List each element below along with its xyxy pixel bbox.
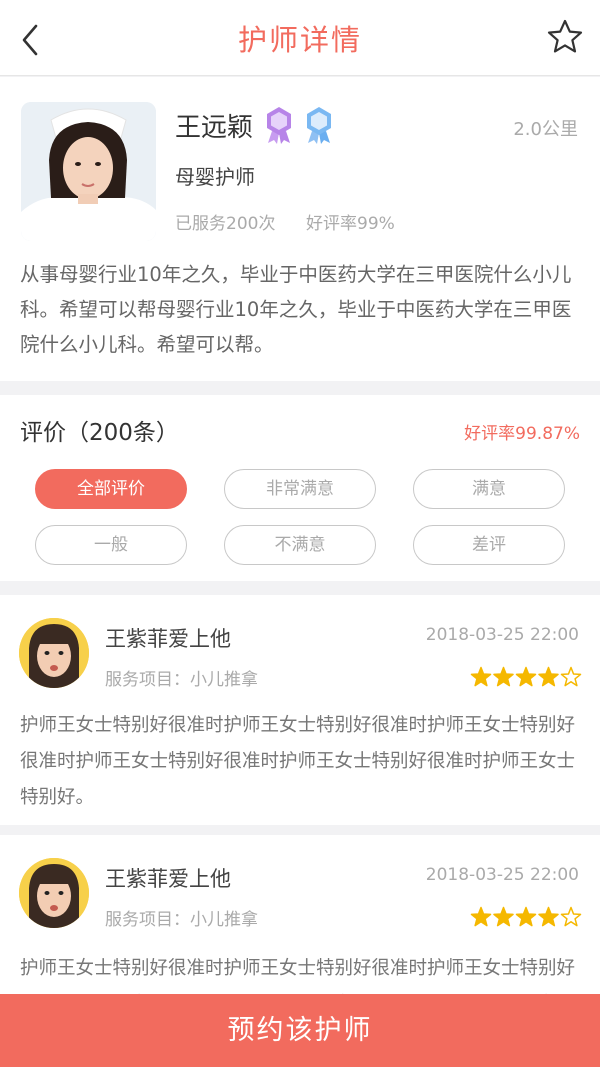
filter-average[interactable]: 一般 <box>35 525 187 565</box>
star-filled-icon <box>493 906 514 927</box>
review-content: 护师王女士特别好很准时护师王女士特别好很准时护师王女士特别好很准时护师王女士特别… <box>20 958 576 995</box>
star-filled-icon <box>538 906 559 927</box>
review-date: 2018-03-25 22:00 <box>425 625 579 645</box>
star-empty-icon <box>560 906 582 927</box>
reviewer-name: 王紫菲爱上他 <box>105 627 231 651</box>
star-empty-icon <box>560 666 582 687</box>
medal-badge-purple-icon <box>267 107 291 144</box>
rating-stars <box>470 906 582 927</box>
distance-label: 2.0公里 <box>513 119 578 140</box>
star-filled-icon <box>470 906 492 927</box>
review-date: 2018-03-25 22:00 <box>425 865 579 885</box>
nav-bar: 护师详情 <box>0 0 600 76</box>
review-content: 护师王女士特别好很准时护师王女士特别好很准时护师王女士特别好很准时护师王女士特别… <box>20 715 576 808</box>
page-title: 护师详情 <box>237 23 362 57</box>
star-filled-icon <box>538 666 559 687</box>
review-card: 王紫菲爱上他 2018-03-25 22:00 服务项目：小儿推拿 护师王女士特… <box>0 595 600 825</box>
reviews-section: 评价（200条） 好评率99.87% 全部评价 非常满意 满意 一般 不满意 差… <box>0 395 600 581</box>
star-outline-icon[interactable] <box>546 18 584 56</box>
nurse-name: 王远颖 <box>175 113 254 143</box>
star-filled-icon <box>493 666 514 687</box>
reviews-good-rate: 好评率99.87% <box>464 424 580 444</box>
filter-negative[interactable]: 差评 <box>413 525 565 565</box>
service-count: 已服务200次 <box>175 214 276 234</box>
reviewer-name: 王紫菲爱上他 <box>105 867 231 891</box>
filter-very-satisfied[interactable]: 非常满意 <box>224 469 376 509</box>
book-nurse-button[interactable]: 预约该护师 <box>0 994 600 1067</box>
review-service: 服务项目：小儿推拿 <box>105 910 258 930</box>
filter-all[interactable]: 全部评价 <box>35 469 187 509</box>
filter-unsatisfied[interactable]: 不满意 <box>224 525 376 565</box>
nurse-role: 母婴护师 <box>175 165 255 189</box>
rating-stars <box>470 666 582 687</box>
filter-satisfied[interactable]: 满意 <box>413 469 565 509</box>
medal-badge-blue-icon <box>307 107 331 144</box>
review-service: 服务项目：小儿推拿 <box>105 670 258 690</box>
avatar <box>19 858 89 928</box>
star-filled-icon <box>515 906 537 927</box>
nurse-photo <box>21 102 156 241</box>
nurse-good-rate: 好评率99% <box>306 214 395 234</box>
avatar <box>19 618 89 688</box>
reviews-title: 评价（200条） <box>20 420 179 446</box>
star-filled-icon <box>515 666 537 687</box>
review-card: 王紫菲爱上他 2018-03-25 22:00 服务项目：小儿推拿 护师王女士特… <box>0 835 600 995</box>
nurse-profile-card: 王远颖 2.0公里 母婴护师 已服务200次 好评率99% 从事母婴行业10年之… <box>0 77 600 381</box>
star-filled-icon <box>470 666 492 687</box>
nurse-bio: 从事母婴行业10年之久，毕业于中医药大学在三甲医院什么小儿科。希望可以帮母婴行业… <box>20 263 572 356</box>
